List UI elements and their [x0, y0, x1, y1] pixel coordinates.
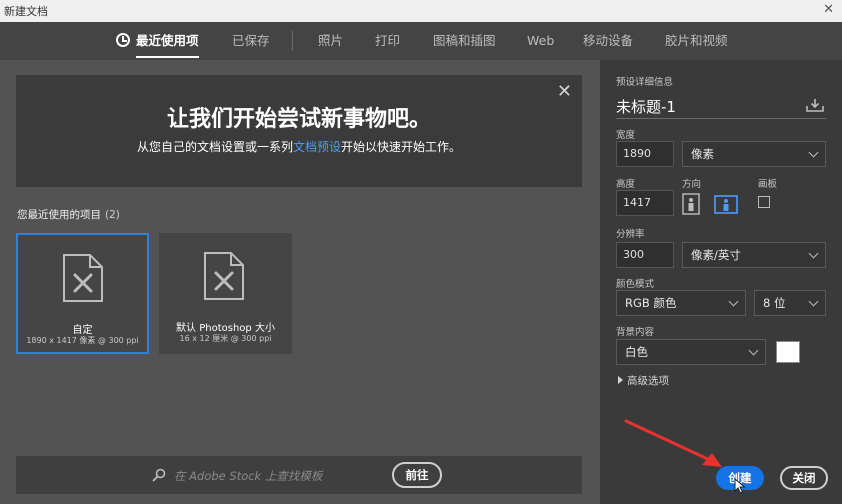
active-tab-underline: [136, 56, 199, 58]
color-mode-label: 颜色模式: [616, 279, 655, 290]
width-label: 宽度: [616, 130, 636, 141]
color-mode-select[interactable]: RGB 颜色: [616, 290, 746, 316]
recent-item-custom[interactable]: 自定 1890 x 1417 像素 @ 300 ppi: [16, 233, 149, 354]
window-title: 新建文档: [4, 5, 48, 18]
tab-photo[interactable]: 照片: [318, 22, 343, 60]
artboard-checkbox[interactable]: [758, 196, 770, 208]
background-label: 背景内容: [616, 327, 655, 338]
document-name-field[interactable]: 未标题-1: [616, 96, 676, 117]
recent-item-name: 自定: [72, 325, 93, 336]
save-preset-icon[interactable]: [806, 98, 824, 112]
background-color-swatch[interactable]: [776, 341, 800, 363]
height-input[interactable]: 1417: [616, 190, 674, 216]
preset-details-label: 预设详细信息: [616, 77, 674, 88]
disclosure-triangle-icon: [618, 376, 623, 384]
background-select[interactable]: 白色: [616, 339, 766, 365]
tab-web[interactable]: Web: [527, 22, 554, 60]
mouse-cursor-icon: [734, 478, 746, 494]
tab-saved[interactable]: 已保存: [232, 22, 270, 60]
chevron-down-icon: [808, 248, 819, 259]
go-button[interactable]: 前往: [392, 462, 442, 488]
document-icon: [63, 254, 103, 302]
banner-subtext: 从您自己的文档设置或一系列文档预设开始以快速开始工作。: [136, 140, 462, 154]
document-presets-link[interactable]: 文档预设: [293, 140, 341, 154]
portrait-orientation-icon[interactable]: [681, 193, 701, 215]
main-area: ✕ 让我们开始尝试新事物吧。 从您自己的文档设置或一系列文档预设开始以快速开始工…: [0, 60, 600, 504]
chevron-down-icon: [808, 296, 819, 307]
artboard-label: 画板: [758, 179, 778, 190]
welcome-banner: ✕ 让我们开始尝试新事物吧。 从您自己的文档设置或一系列文档预设开始以快速开始工…: [16, 75, 582, 187]
recent-item-default-photoshop[interactable]: 默认 Photoshop 大小 16 x 12 厘米 @ 300 ppi: [159, 233, 292, 354]
annotation-arrow-icon: [624, 419, 722, 467]
stock-search-input[interactable]: 在 Adobe Stock 上查找模板: [174, 468, 322, 484]
resolution-unit-select[interactable]: 像素/英寸: [682, 242, 826, 268]
document-icon: [204, 252, 244, 300]
recent-item-name: 默认 Photoshop 大小: [176, 323, 275, 334]
tab-print[interactable]: 打印: [375, 22, 400, 60]
width-unit-select[interactable]: 像素: [682, 141, 826, 167]
orientation-label: 方向: [682, 179, 702, 190]
chevron-down-icon: [808, 147, 819, 158]
search-icon: [152, 468, 166, 482]
tab-mobile[interactable]: 移动设备: [583, 22, 633, 60]
preset-tabs: 最近使用项 已保存 照片 打印 图稿和插图 Web 移动设备 胶片和视频: [0, 22, 842, 60]
close-button[interactable]: 关闭: [780, 466, 828, 490]
resolution-label: 分辨率: [616, 229, 645, 240]
recent-items-count: (2): [105, 209, 120, 221]
document-name-underline: [616, 118, 826, 119]
recent-item-meta: 1890 x 1417 像素 @ 300 ppi: [26, 336, 139, 345]
tab-recent[interactable]: 最近使用项: [116, 22, 199, 60]
banner-close-icon[interactable]: ✕: [557, 81, 572, 102]
stock-search-bar: 在 Adobe Stock 上查找模板 前往: [16, 456, 582, 494]
tab-divider: [292, 31, 293, 51]
width-input[interactable]: 1890: [616, 141, 674, 167]
recent-items-heading: 您最近使用的项目 (2): [17, 209, 120, 221]
tab-film-video[interactable]: 胶片和视频: [665, 22, 728, 60]
height-label: 高度: [616, 179, 636, 190]
chevron-down-icon: [728, 296, 739, 307]
chevron-down-icon: [748, 345, 759, 356]
tab-art-illustration[interactable]: 图稿和插图: [433, 22, 496, 60]
clock-icon: [116, 33, 130, 47]
banner-headline: 让我们开始尝试新事物吧。: [166, 107, 431, 132]
advanced-options-toggle[interactable]: 高级选项: [618, 373, 669, 388]
title-bar: 新建文档 ✕: [0, 0, 842, 22]
recent-item-meta: 16 x 12 厘米 @ 300 ppi: [179, 334, 272, 343]
bit-depth-select[interactable]: 8 位: [754, 290, 826, 316]
window-close-icon[interactable]: ✕: [823, 2, 834, 17]
landscape-orientation-icon[interactable]: [714, 193, 738, 215]
resolution-input[interactable]: 300: [616, 242, 674, 268]
